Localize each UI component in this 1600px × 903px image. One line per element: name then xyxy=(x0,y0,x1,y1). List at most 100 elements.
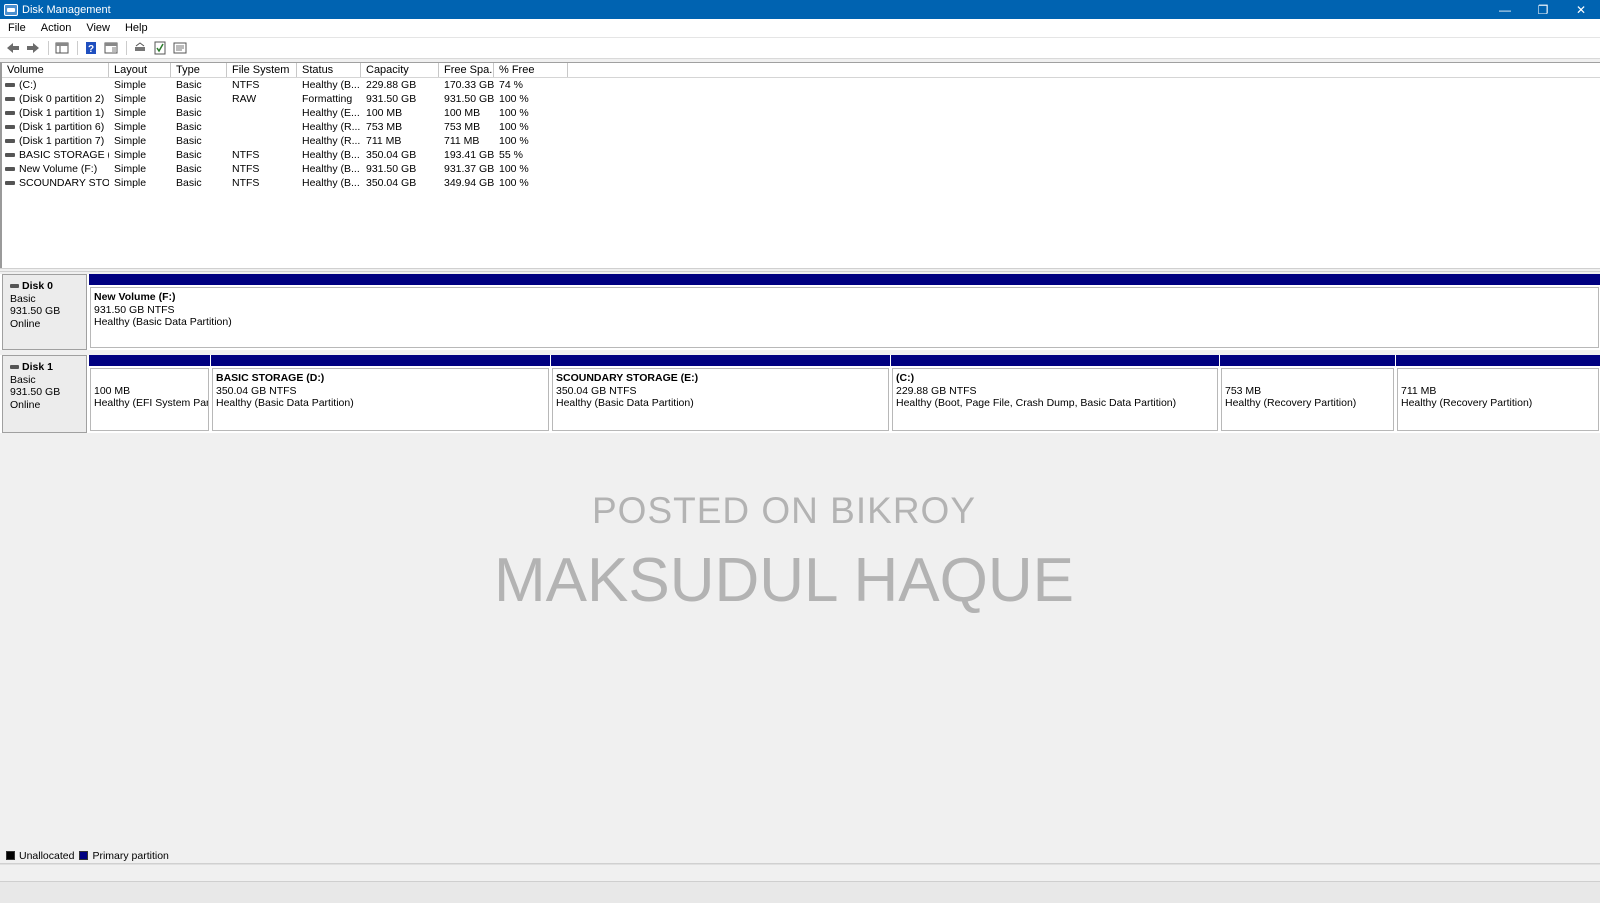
table-row[interactable]: (Disk 0 partition 2) Simple Basic RAW Format… xyxy=(2,92,1600,106)
legend-item-unallocated: Unallocated xyxy=(6,850,74,862)
cell-layout: Simple xyxy=(114,163,147,175)
partition-block[interactable]: 100 MB Healthy (EFI System Partit xyxy=(88,355,210,433)
cell-capacity: 711 MB xyxy=(366,135,402,147)
partition-color-bar xyxy=(88,274,1600,285)
partition-status: Healthy (Basic Data Partition) xyxy=(556,397,694,409)
help-icon[interactable]: ? xyxy=(82,40,100,56)
cell-file-system xyxy=(227,106,297,120)
legend-item-primary: Primary partition xyxy=(79,849,169,862)
cell-capacity: 100 MB xyxy=(366,107,403,119)
partition-block[interactable]: New Volume (F:) 931.50 GB NTFS Healthy (… xyxy=(88,274,1600,350)
table-row[interactable]: (Disk 1 partition 6) Simple Basic Healthy (… xyxy=(2,120,1600,134)
cell-free-space: 100 MB xyxy=(444,107,481,119)
cell-type: Basic xyxy=(176,79,202,91)
volume-list-header: Volume Layout Type File System Status Ca… xyxy=(2,63,1600,78)
disk-1-row: Disk 1 Basic 931.50 GB Online 100 MB Hea… xyxy=(0,355,1600,433)
cell-capacity: 753 MB xyxy=(366,121,403,133)
partition-info: 753 MB Healthy (Recovery Partition) xyxy=(1221,368,1394,431)
table-row[interactable]: (Disk 1 partition 1) Simple Basic Healthy (… xyxy=(2,106,1600,120)
forward-icon[interactable] xyxy=(24,40,42,56)
volume-list[interactable]: Volume Layout Type File System Status Ca… xyxy=(0,62,1600,268)
disk-management-icon xyxy=(4,3,18,16)
partition-status: Healthy (Recovery Partition) xyxy=(1225,397,1357,409)
partition-color-bar xyxy=(88,355,210,366)
rescan-icon[interactable] xyxy=(131,40,149,56)
status-bar xyxy=(0,864,1600,881)
menu-help[interactable]: Help xyxy=(117,22,155,34)
disk-1-label[interactable]: Disk 1 Basic 931.50 GB Online xyxy=(2,355,87,433)
volume-icon xyxy=(5,83,15,87)
legend-swatch-primary xyxy=(79,851,89,860)
cell-capacity: 931.50 GB xyxy=(366,93,417,105)
minimize-button[interactable]: — xyxy=(1486,0,1524,19)
cell-volume-name: (C:) xyxy=(2,78,109,92)
close-button[interactable]: ✕ xyxy=(1562,0,1600,19)
cell-percent-free: 74 % xyxy=(499,79,523,91)
cell-status: Healthy (B... xyxy=(302,163,360,175)
cell-type: Basic xyxy=(176,93,202,105)
cell-volume-name: (Disk 1 partition 7) xyxy=(2,134,109,148)
table-row[interactable]: New Volume (F:) Simple Basic NTFS Healthy (B… xyxy=(2,162,1600,176)
column-header-percent-free[interactable]: % Free xyxy=(494,63,568,77)
cell-layout: Simple xyxy=(114,177,147,189)
partition-info: New Volume (F:) 931.50 GB NTFS Healthy (… xyxy=(90,287,1599,348)
cell-type: Basic xyxy=(176,177,202,189)
partition-info: SCOUNDARY STORAGE (E:) 350.04 GB NTFS He… xyxy=(552,368,889,431)
svg-text:?: ? xyxy=(88,44,94,55)
volume-label: New Volume (F:) xyxy=(19,163,98,175)
cell-percent-free: 55 % xyxy=(499,149,523,161)
column-header-volume[interactable]: Volume xyxy=(2,63,109,77)
column-header-status[interactable]: Status xyxy=(297,63,361,77)
toolbar-separator xyxy=(48,41,49,55)
partition-block[interactable]: 711 MB Healthy (Recovery Partition) xyxy=(1395,355,1600,433)
partition-name: New Volume (F:) xyxy=(94,291,176,303)
partition-block[interactable]: SCOUNDARY STORAGE (E:) 350.04 GB NTFS He… xyxy=(550,355,890,433)
title-bar: Disk Management — ❐ ✕ xyxy=(0,0,1600,19)
column-header-capacity[interactable]: Capacity xyxy=(361,63,439,77)
table-row[interactable]: BASIC STORAGE (D:) Simple Basic NTFS Healthy… xyxy=(2,148,1600,162)
menu-view[interactable]: View xyxy=(78,22,117,34)
partition-info: (C:) 229.88 GB NTFS Healthy (Boot, Page … xyxy=(892,368,1218,431)
cell-percent-free: 100 % xyxy=(499,107,529,119)
table-row[interactable]: (Disk 1 partition 7) Simple Basic Healthy (… xyxy=(2,134,1600,148)
partition-block[interactable]: 753 MB Healthy (Recovery Partition) xyxy=(1219,355,1395,433)
partition-block[interactable]: BASIC STORAGE (D:) 350.04 GB NTFS Health… xyxy=(210,355,550,433)
cell-file-system: NTFS xyxy=(232,163,260,175)
cell-capacity: 350.04 GB xyxy=(366,149,417,161)
console-icon[interactable] xyxy=(53,40,71,56)
restore-button[interactable]: ❐ xyxy=(1524,0,1562,19)
pane-splitter[interactable] xyxy=(0,268,1600,272)
volume-icon xyxy=(5,97,15,101)
column-header-file-system[interactable]: File System xyxy=(227,63,297,77)
cell-file-system: NTFS xyxy=(232,177,260,189)
table-row[interactable]: (C:) Simple Basic NTFS Healthy (B... 229.88 G… xyxy=(2,78,1600,92)
volume-icon xyxy=(5,111,15,115)
menu-file[interactable]: File xyxy=(0,22,33,34)
volume-label: (C:) xyxy=(19,79,37,91)
partition-info: 100 MB Healthy (EFI System Partit xyxy=(90,368,209,431)
cell-volume-name: SCOUNDARY STO... xyxy=(2,176,109,190)
cell-volume-name: (Disk 1 partition 6) xyxy=(2,120,109,134)
menu-action[interactable]: Action xyxy=(33,22,79,34)
column-header-layout[interactable]: Layout xyxy=(109,63,171,77)
column-header-type[interactable]: Type xyxy=(171,63,227,77)
partition-name xyxy=(1225,372,1393,385)
disk-type: Basic xyxy=(10,373,36,386)
partition-size: 350.04 GB NTFS xyxy=(216,384,297,397)
legend-label: Primary partition xyxy=(92,849,169,862)
disk-icon xyxy=(10,284,19,289)
partition-size: 350.04 GB NTFS xyxy=(556,384,637,397)
column-header-free-space[interactable]: Free Spa... xyxy=(439,63,494,77)
cell-file-system: NTFS xyxy=(232,149,260,161)
properties-icon[interactable] xyxy=(102,40,120,56)
back-icon[interactable] xyxy=(4,40,22,56)
volume-icon xyxy=(5,139,15,143)
disk-0-label[interactable]: Disk 0 Basic 931.50 GB Online xyxy=(2,274,87,350)
table-row[interactable]: SCOUNDARY STO... Simple Basic NTFS Healthy (… xyxy=(2,176,1600,190)
partition-block[interactable]: (C:) 229.88 GB NTFS Healthy (Boot, Page … xyxy=(890,355,1219,433)
check-icon[interactable] xyxy=(151,40,169,56)
cell-status: Healthy (R... xyxy=(302,121,361,133)
cell-capacity: 350.04 GB xyxy=(366,177,417,189)
settings-icon[interactable] xyxy=(171,40,189,56)
partition-status: Healthy (Boot, Page File, Crash Dump, Ba… xyxy=(896,397,1177,409)
